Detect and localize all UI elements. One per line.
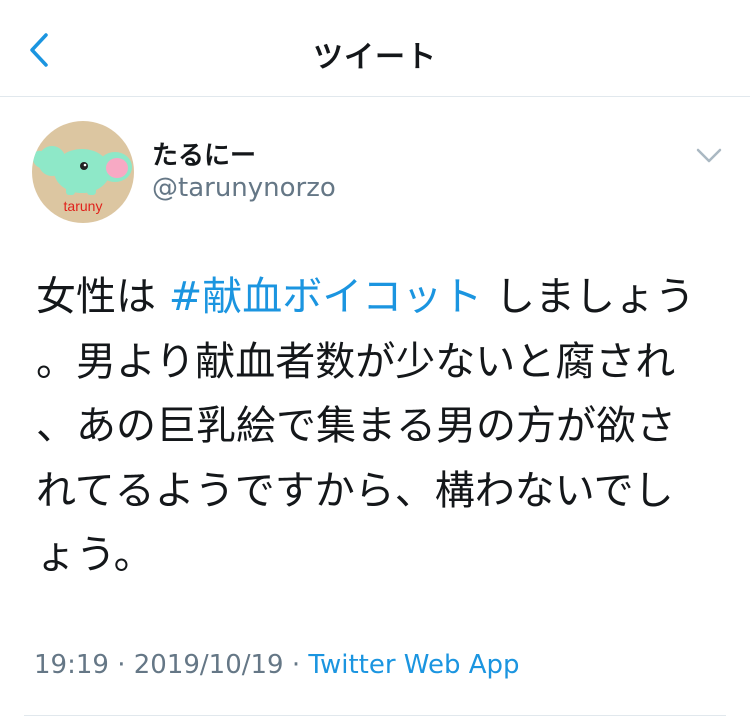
meta-separator: · bbox=[108, 650, 134, 680]
user-handle[interactable]: @tarunynorzo bbox=[152, 173, 336, 203]
hashtag-link[interactable]: #献血ボイコット bbox=[169, 274, 483, 320]
tweet-meta: 19:19 · 2019/10/19 · Twitter Web App bbox=[34, 650, 520, 680]
avatar-label: taruny bbox=[64, 198, 103, 214]
tweet-text-before: 女性は bbox=[36, 274, 169, 320]
tweet-time: 19:19 bbox=[34, 650, 109, 680]
avatar[interactable]: taruny bbox=[32, 121, 134, 223]
tweet-text: 女性は #献血ボイコット しましょう。男より献血者数が少ないと腐され、あの巨乳絵… bbox=[36, 265, 696, 588]
elephant-avatar-icon: taruny bbox=[32, 146, 132, 214]
tweet-date: 2019/10/19 bbox=[133, 650, 284, 680]
tweet-menu-button[interactable] bbox=[694, 142, 724, 168]
navigation-bar: ツイート bbox=[0, 0, 750, 97]
tweet-source-link[interactable]: Twitter Web App bbox=[308, 650, 519, 680]
user-display-name[interactable]: たるにー bbox=[152, 135, 256, 172]
page-title: ツイート bbox=[313, 40, 437, 75]
meta-separator: · bbox=[283, 650, 309, 680]
chevron-down-icon bbox=[696, 148, 722, 163]
divider bbox=[24, 715, 726, 716]
